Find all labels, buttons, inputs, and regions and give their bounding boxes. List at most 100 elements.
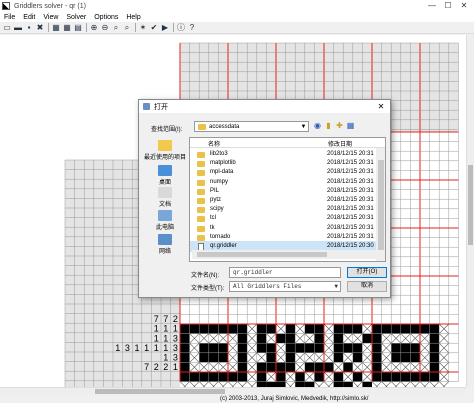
left-clue-number: 1: [154, 343, 159, 353]
filled-cell: [314, 362, 324, 372]
folder-icon: [197, 152, 205, 158]
look-in-dropdown[interactable]: accessdata ▼: [194, 121, 309, 132]
grid-icon[interactable]: ▦: [62, 23, 72, 33]
filled-cell: [208, 324, 219, 334]
print-icon[interactable]: ▤: [73, 23, 83, 33]
filled-cell: [266, 362, 276, 372]
file-name: PIL: [210, 187, 220, 194]
filetype-select[interactable]: All Griddlers Files ▼: [229, 281, 341, 292]
filled-cell: [391, 343, 401, 353]
file-date: 2018/12/15 20:31: [327, 206, 374, 213]
cancel-button[interactable]: 取消: [347, 281, 387, 292]
save-icon[interactable]: ▪: [24, 23, 34, 33]
folder-icon: [197, 207, 205, 214]
up-folder-icon[interactable]: ▮: [324, 121, 333, 131]
filled-cell: [256, 362, 267, 372]
filled-cell: [429, 333, 440, 344]
place-recent[interactable]: 最近使用的项目: [143, 140, 187, 161]
dialog-close-button[interactable]: ✕: [374, 100, 388, 113]
filled-cell: [237, 333, 248, 344]
toolbar-separator: [86, 23, 87, 32]
column-name-header[interactable]: 名称: [208, 139, 220, 148]
file-list-hscroll-thumb[interactable]: [197, 252, 327, 257]
new-icon[interactable]: ▭: [2, 23, 12, 33]
filled-cell: [228, 372, 238, 382]
filename-input[interactable]: qr.griddler: [229, 267, 341, 278]
filled-cell: [400, 372, 411, 382]
filled-cell: [180, 362, 190, 372]
open-button[interactable]: 打开(O): [347, 267, 387, 278]
menu-help[interactable]: Help: [122, 14, 144, 21]
minimize-button[interactable]: —: [424, 0, 440, 12]
menu-file[interactable]: File: [0, 14, 19, 21]
filetype-value: All Griddlers Files: [233, 283, 302, 290]
file-list-horizontal-scrollbar[interactable]: [192, 250, 376, 259]
filled-cell: [295, 343, 305, 353]
filled-cell: [266, 352, 276, 363]
zoom-in-icon[interactable]: ⊕: [89, 23, 99, 33]
menu-options[interactable]: Options: [90, 14, 122, 21]
search-icon[interactable]: ⌕: [111, 23, 121, 33]
file-list-scroll-thumb[interactable]: [378, 160, 384, 250]
back-icon[interactable]: ◉: [313, 121, 322, 131]
file-date: 2018/12/15 20:31: [327, 187, 374, 194]
filled-cell: [352, 352, 363, 363]
new-folder-icon[interactable]: ✚: [335, 121, 344, 131]
zoom-out-icon[interactable]: ⊖: [100, 23, 110, 33]
toolbar-separator: [173, 23, 174, 32]
filled-cell: [256, 343, 267, 353]
dialog-title: 打开: [154, 103, 168, 111]
chevron-down-icon: ▼: [334, 283, 338, 290]
vertical-scroll-thumb[interactable]: [468, 165, 473, 245]
filled-cell: [410, 352, 420, 363]
folder-icon: [197, 188, 205, 195]
filled-cell: [372, 372, 382, 382]
place-network[interactable]: 网络: [143, 234, 187, 255]
view-menu-icon[interactable]: ▦: [346, 121, 355, 131]
file-list-vertical-scrollbar[interactable]: [376, 148, 385, 261]
filled-cell: [266, 343, 276, 353]
place-documents[interactable]: 文档: [143, 187, 187, 208]
info-icon[interactable]: ⓘ: [176, 23, 186, 33]
filled-cell: [333, 372, 344, 382]
column-date-header[interactable]: 修改日期: [328, 139, 352, 148]
filled-cell: [410, 372, 420, 382]
menu-solver[interactable]: Solver: [62, 14, 90, 21]
file-name: pytz: [210, 197, 222, 203]
search-icon[interactable]: ⌕: [122, 23, 132, 33]
horizontal-scrollbar[interactable]: [0, 387, 466, 395]
grid-icon[interactable]: ▦: [51, 23, 61, 33]
filled-cell: [333, 333, 344, 344]
help-icon[interactable]: ?: [187, 23, 197, 33]
open-icon[interactable]: ▬: [13, 23, 23, 33]
menu-view[interactable]: View: [39, 14, 62, 21]
step-icon[interactable]: ▶: [160, 23, 170, 33]
filled-cell: [256, 372, 267, 382]
hint-icon[interactable]: ✶: [138, 23, 148, 33]
file-date: 2018/12/15 20:31: [327, 169, 374, 176]
left-clue-number: 1: [154, 333, 159, 343]
filled-cell: [381, 372, 392, 382]
solve-icon[interactable]: ✔: [149, 23, 159, 33]
filled-cell: [429, 372, 440, 382]
file-list[interactable]: 名称 修改日期 lib2to3 2018/12/15 20:31 matplotli…: [189, 137, 386, 262]
left-clue-number: 1: [115, 343, 120, 353]
filled-cell: [285, 333, 296, 344]
place-computer[interactable]: 此电脑: [143, 210, 187, 231]
vertical-scrollbar[interactable]: [466, 35, 474, 387]
left-clue-number: 2: [173, 314, 178, 324]
left-clue-number: 1: [154, 324, 159, 334]
menu-edit[interactable]: Edit: [19, 14, 39, 21]
maximize-button[interactable]: ☐: [440, 0, 456, 12]
file-name: tcl: [210, 215, 216, 222]
filled-cell: [352, 324, 363, 334]
place-desktop[interactable]: 桌面: [143, 165, 187, 186]
delete-icon[interactable]: ✖: [35, 23, 45, 33]
folder-icon: [197, 161, 205, 168]
filled-cell: [372, 324, 382, 334]
desktop-icon: [158, 165, 172, 176]
close-button[interactable]: ✕: [456, 0, 472, 12]
left-clue-number: 3: [173, 353, 178, 363]
horizontal-scroll-thumb[interactable]: [95, 389, 225, 394]
filled-cell: [199, 324, 209, 334]
